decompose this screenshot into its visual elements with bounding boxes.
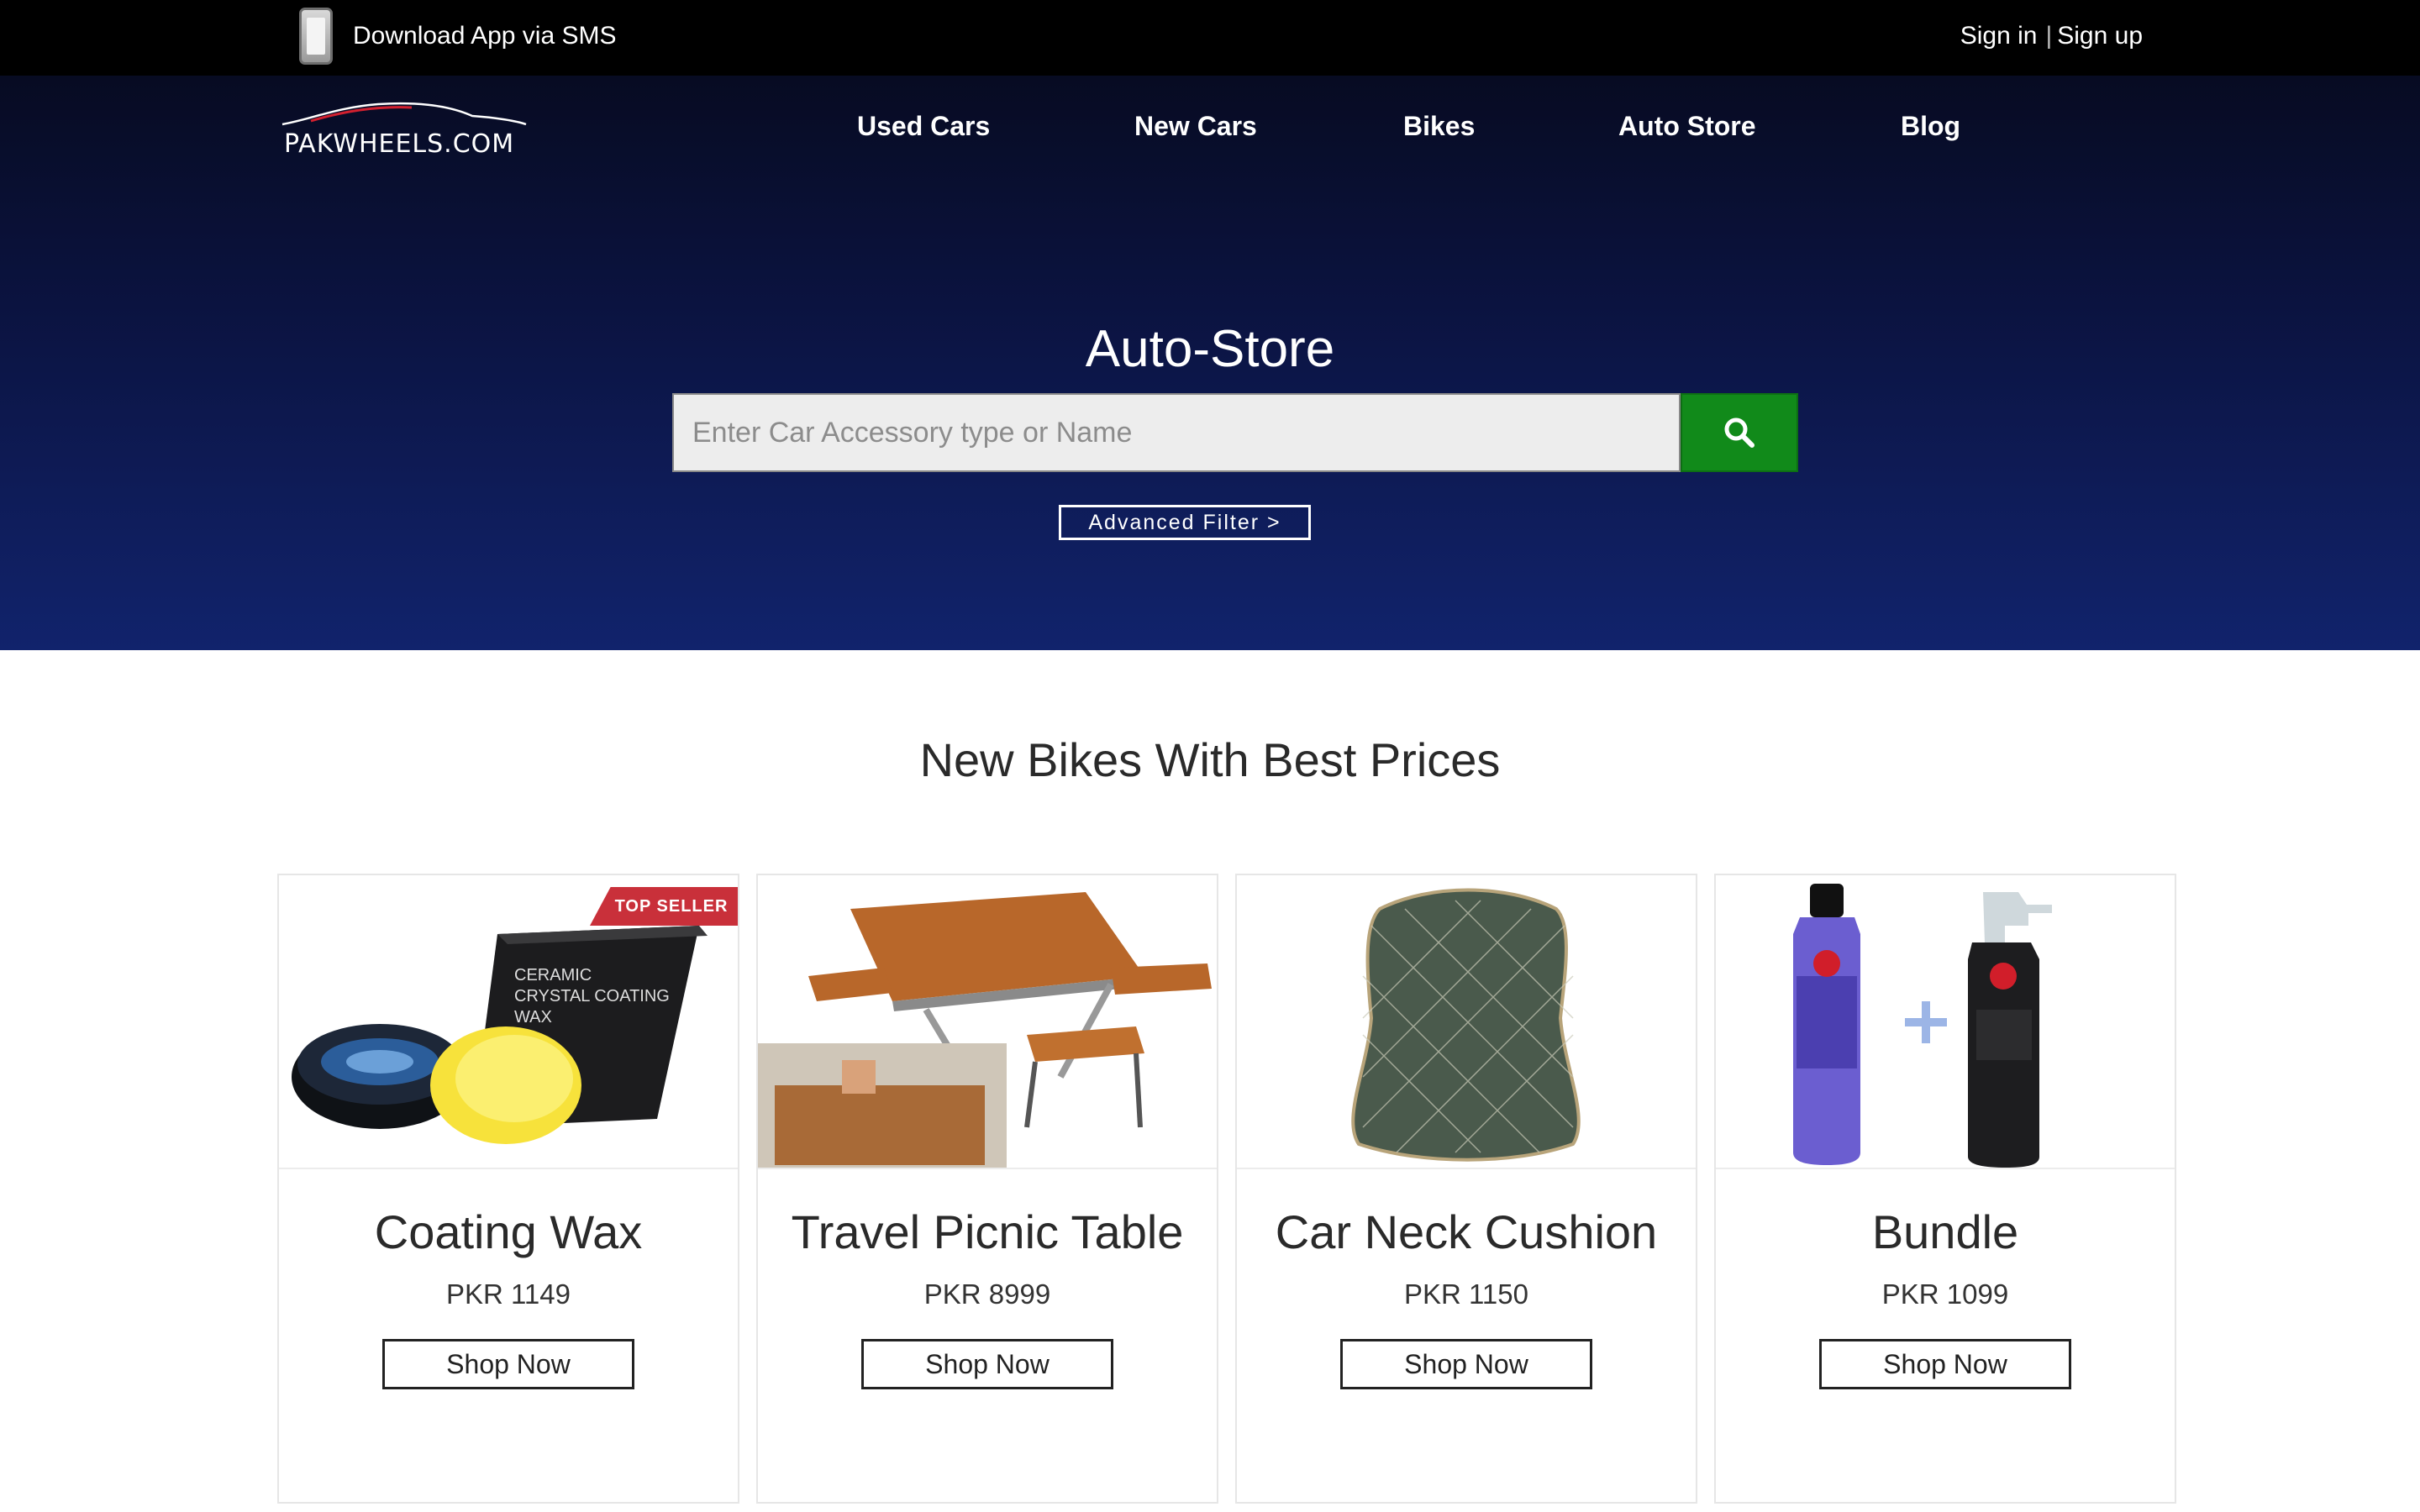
product-image[interactable] [1716, 875, 2175, 1169]
download-app-link[interactable]: Download App via SMS [299, 7, 617, 66]
product-image[interactable]: CERAMIC CRYSTAL COATING WAX TOP SELLER [279, 875, 738, 1169]
svg-text:CRYSTAL COATING: CRYSTAL COATING [514, 987, 670, 1005]
nav-new-cars[interactable]: New Cars [1134, 111, 1257, 142]
hero-banner: PAKWHEELS.COM Used Cars New Cars Bikes A… [0, 76, 2420, 650]
sign-up-link[interactable]: Sign up [2057, 22, 2143, 50]
product-card[interactable]: Car Neck Cushion PKR 1150 Shop Now [1235, 874, 1697, 1504]
shop-now-button[interactable]: Shop Now [382, 1339, 634, 1389]
product-image[interactable] [1237, 875, 1696, 1169]
product-price: PKR 1150 [1404, 1278, 1528, 1310]
product-title[interactable]: Travel Picnic Table [758, 1205, 1217, 1259]
svg-text:WAX: WAX [514, 1008, 552, 1026]
product-price: PKR 8999 [923, 1278, 1051, 1310]
product-title[interactable]: Coating Wax [279, 1205, 738, 1259]
product-card[interactable]: Bundle PKR 1099 Shop Now [1714, 874, 2176, 1504]
nav-bikes[interactable]: Bikes [1403, 111, 1475, 142]
svg-text:CERAMIC: CERAMIC [514, 966, 592, 984]
shop-now-button[interactable]: Shop Now [1819, 1339, 2071, 1389]
product-card[interactable]: CERAMIC CRYSTAL COATING WAX TOP SELLER C… [277, 874, 739, 1504]
picnic-table-image [758, 875, 1217, 1168]
nav-blog[interactable]: Blog [1901, 111, 1960, 142]
shop-now-button[interactable]: Shop Now [861, 1339, 1113, 1389]
hero-title: Auto-Store [1085, 320, 1335, 378]
product-title[interactable]: Car Neck Cushion [1237, 1205, 1696, 1259]
top-bar: Download App via SMS Sign in | Sign up [0, 0, 2420, 76]
bundle-image [1716, 875, 2175, 1168]
product-image[interactable] [758, 875, 1217, 1169]
shop-now-button[interactable]: Shop Now [1340, 1339, 1592, 1389]
product-title[interactable]: Bundle [1716, 1205, 2175, 1259]
search-icon [1724, 417, 1754, 448]
phone-icon [299, 8, 333, 65]
neck-cushion-image [1237, 875, 1696, 1168]
search-bar [672, 393, 1798, 472]
product-price: PKR 1149 [446, 1278, 571, 1310]
product-cards: CERAMIC CRYSTAL COATING WAX TOP SELLER C… [277, 874, 2176, 1512]
product-card[interactable]: Travel Picnic Table PKR 8999 Shop Now [756, 874, 1218, 1504]
product-price: PKR 1099 [1881, 1278, 2009, 1310]
section-title: New Bikes With Best Prices [919, 733, 1501, 786]
auth-separator: | [2045, 22, 2053, 50]
download-app-label: Download App via SMS [353, 22, 617, 50]
nav-used-cars[interactable]: Used Cars [857, 111, 990, 142]
sign-in-link[interactable]: Sign in [1960, 22, 2038, 50]
nav-auto-store[interactable]: Auto Store [1618, 111, 1756, 142]
search-button[interactable] [1681, 393, 1798, 472]
search-input[interactable] [672, 393, 1681, 472]
advanced-filter-button[interactable]: Advanced Filter > [1059, 505, 1311, 540]
auth-links: Sign in | Sign up [1960, 22, 2143, 50]
main-nav: Used Cars New Cars Bikes Auto Store Blog [0, 111, 2420, 153]
top-seller-badge: TOP SELLER [590, 887, 738, 926]
